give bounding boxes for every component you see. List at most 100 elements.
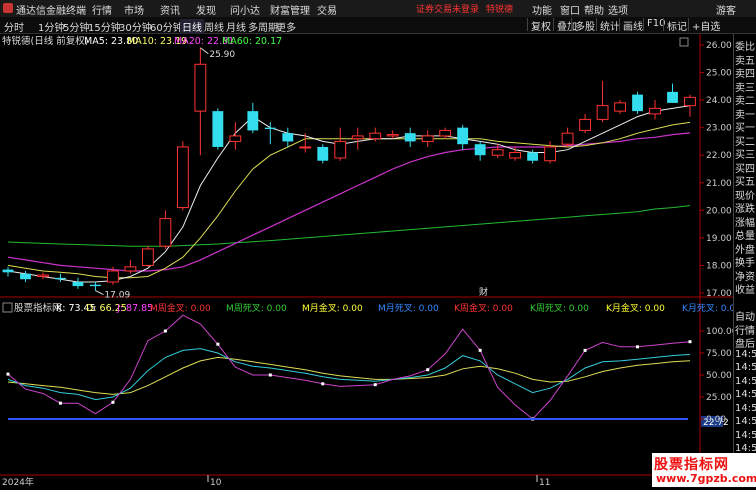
menu-shichang[interactable]: 市场	[124, 2, 144, 17]
ma60-label: MA60: 20.17	[222, 36, 282, 47]
period-15min[interactable]: 15分钟	[88, 19, 121, 34]
watermark: 股票指标网 www.7gpzb.com	[652, 453, 756, 487]
candle-body-up	[141, 248, 154, 266]
menu-caifu[interactable]: 财富管理	[270, 2, 310, 17]
menu-faxian[interactable]: 发现	[196, 2, 216, 17]
candle-body-down	[72, 281, 84, 287]
candle-body-up	[194, 63, 207, 112]
period-30min[interactable]: 30分钟	[119, 19, 152, 34]
period-60min[interactable]: 60分钟	[150, 19, 183, 34]
quote-side-panel: 委比 卖五 卖四 卖三 卖二 卖一 买一 买二 买三 买四 买五 现价 涨跌 涨幅 总量 外盘 换手 净资 收益 自动…	[733, 34, 756, 487]
candle-body-up	[37, 274, 49, 277]
multi-stock-button[interactable]: 多股	[571, 18, 595, 33]
menu-xuanxiang[interactable]: 选项	[608, 2, 628, 17]
kdj-tick-label: 100.00	[706, 327, 733, 337]
signal-label: M周死叉: 0.00	[226, 303, 287, 314]
chart-area[interactable]: 特锐德(日线 前复权) MA5: 23.80 MA10: 23.19 MA20:…	[0, 34, 756, 488]
candlesticks	[2, 47, 696, 291]
menu-hangqing[interactable]: 行情	[92, 2, 112, 17]
app-logo-icon	[3, 3, 13, 13]
add-watchlist-button[interactable]: +自选	[688, 18, 720, 33]
menu-bangzhu[interactable]: 帮助	[584, 2, 604, 17]
period-1min[interactable]: 1分钟	[38, 19, 64, 34]
j-marker	[111, 400, 115, 404]
fuquan-button[interactable]: 复权	[527, 18, 551, 33]
menu-zixun[interactable]: 资讯	[160, 2, 180, 17]
j-marker	[688, 340, 692, 344]
low-price-marker: 17.09	[104, 291, 130, 301]
menu-gongneng[interactable]: 功能	[532, 2, 552, 17]
candle-body-down	[667, 91, 678, 103]
candle-body-up	[684, 96, 696, 107]
main-panel-title: 特锐德(日线 前复权)	[2, 35, 88, 47]
ma5-line	[7, 105, 691, 283]
period-multi[interactable]: 多周期	[248, 19, 278, 34]
kdj-toggle-icon[interactable]	[2, 302, 13, 313]
quote-field-label: 14:5	[735, 362, 756, 373]
period-5min[interactable]: 5分钟	[63, 19, 89, 34]
stock-name-link[interactable]: 特锐德	[486, 2, 513, 15]
candle-body-down	[90, 284, 101, 287]
quote-field-label: 收益	[735, 285, 755, 296]
candle-body-up	[614, 102, 626, 112]
quote-field-label: 14:5	[735, 375, 756, 387]
user-guest[interactable]: 游客	[716, 2, 736, 17]
ma10-line	[7, 121, 691, 279]
kdj-panel-title: 股票指标网	[14, 302, 62, 314]
menu-bar: 通达信金融终端 行情 市场 资讯 发现 问小达 财富管理 交易 证券交易未登录 …	[0, 0, 756, 18]
candle-body-up	[107, 270, 119, 283]
price-tick-label: 26.00	[706, 41, 732, 51]
date-label-year: 2024年	[2, 476, 34, 487]
price-tick-label: 17.00	[706, 289, 732, 299]
price-axis: 26.00 25.00 24.00 23.00 22.00 21.00 20.00 19.00…	[700, 41, 732, 299]
candle-body-down	[20, 273, 31, 280]
high-marker-line	[200, 47, 209, 55]
trade-login-status[interactable]: 证券交易未登录	[416, 2, 479, 15]
panel-toggle-icon[interactable]	[679, 37, 689, 47]
kdj-tick-label: 75.00	[706, 349, 732, 359]
candle-body-up	[596, 105, 609, 120]
signal-label: M月死叉: 0.00	[378, 303, 439, 314]
signal-label: K月金叉: 0.00	[606, 302, 665, 314]
candle-body-up	[544, 146, 557, 162]
period-daily[interactable]: 日线	[180, 19, 204, 34]
j-marker	[478, 348, 482, 352]
menu-jiaoyi[interactable]: 交易	[317, 2, 337, 17]
candle-body-up	[579, 118, 591, 131]
d-line	[7, 356, 691, 395]
candle-body-down	[212, 111, 224, 147]
cai-badge[interactable]: 财	[479, 286, 488, 298]
period-weekly[interactable]: 周线	[204, 19, 224, 34]
candle-body-up	[509, 151, 522, 159]
candle-body-up	[386, 134, 399, 137]
kdj-axis: 100.00 75.00 50.00 25.00 0.00	[700, 327, 738, 425]
chart-svg[interactable]: 特锐德(日线 前复权) MA5: 23.80 MA10: 23.19 MA20:…	[0, 34, 741, 488]
j-marker	[58, 401, 62, 405]
menu-wenxiaoda[interactable]: 问小达	[230, 2, 260, 17]
menu-chuangkou[interactable]: 窗口	[560, 2, 580, 17]
stats-button[interactable]: 统计	[596, 18, 620, 33]
high-price-marker: 25.90	[209, 50, 235, 60]
mark-button[interactable]: 标记	[663, 18, 687, 33]
period-fenshi[interactable]: 分时	[4, 19, 24, 34]
candle-body-down	[247, 111, 259, 131]
price-tick-label: 21.00	[706, 179, 732, 189]
signal-label: K周金叉: 0.00	[454, 302, 513, 314]
quote-field-label: 14:5	[735, 429, 756, 441]
draw-line-button[interactable]: 画线	[619, 18, 643, 33]
period-more[interactable]: 更多	[276, 19, 296, 34]
period-monthly[interactable]: 月线	[226, 19, 246, 34]
candle-body-down	[404, 133, 416, 142]
quote-field-label: 14:5	[735, 389, 756, 400]
low-marker-line	[95, 290, 104, 295]
j-marker	[426, 368, 430, 372]
candle-body-up	[334, 140, 347, 159]
j-marker	[636, 345, 640, 349]
candle-body-up	[124, 266, 137, 272]
signal-label: M月金叉: 0.00	[302, 302, 363, 314]
signal-label: M周金叉: 0.00	[150, 302, 211, 314]
candle-body-up	[649, 107, 661, 115]
candle-body-up	[439, 129, 452, 137]
candle-body-up	[176, 146, 189, 209]
kdj-tick-label: 0.00	[706, 415, 726, 425]
